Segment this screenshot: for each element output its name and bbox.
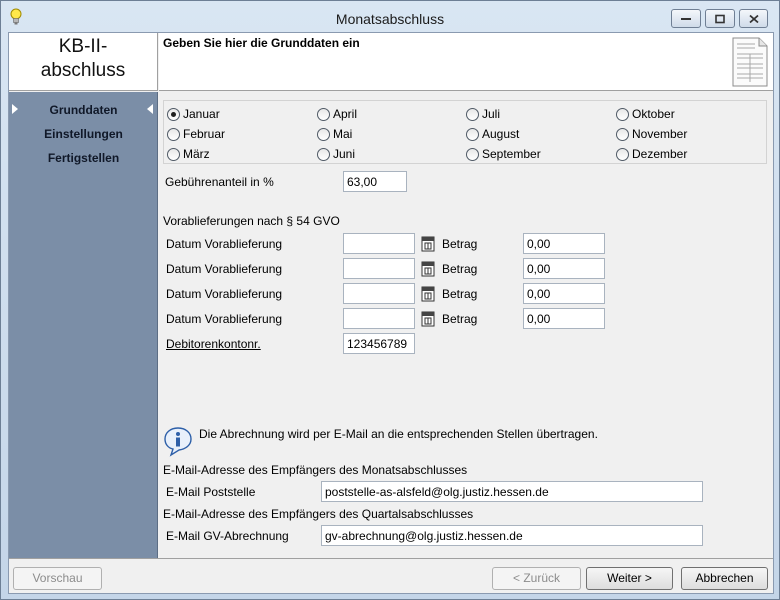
title-bar: Monatsabschluss — [1, 1, 779, 32]
radio-indicator — [317, 107, 330, 121]
calendar-icon[interactable] — [421, 235, 435, 252]
advance-amount-input-1[interactable] — [523, 233, 605, 254]
radio-label: August — [482, 127, 520, 141]
info-icon — [164, 427, 192, 457]
wizard-client: KB-II- abschluss Geben Sie hier die Grun… — [8, 32, 774, 594]
radio-dezember[interactable]: Dezember — [616, 147, 687, 161]
debitor-input[interactable] — [343, 333, 415, 354]
radio-juli[interactable]: Juli — [466, 107, 500, 121]
radio-indicator — [616, 147, 629, 161]
calendar-icon[interactable] — [421, 260, 435, 277]
radio-indicator — [167, 147, 180, 161]
fee-input[interactable] — [343, 171, 407, 192]
window-title: Monatsabschluss — [335, 11, 445, 27]
radio-februar[interactable]: Februar — [167, 127, 225, 141]
radio-label: Januar — [183, 107, 220, 121]
calendar-icon[interactable] — [421, 285, 435, 302]
page-subtitle: Geben Sie hier die Grunddaten ein — [163, 36, 360, 50]
advance-amount-label-1: Betrag — [442, 237, 478, 251]
radio-indicator — [167, 127, 180, 141]
radio-september[interactable]: September — [466, 147, 541, 161]
radio-indicator — [616, 127, 629, 141]
advance-date-input-2[interactable] — [343, 258, 415, 279]
info-text: Die Abrechnung wird per E-Mail an die en… — [199, 427, 598, 441]
sidebar-item-grunddaten[interactable]: Grunddaten — [9, 103, 158, 117]
radio-label: Mai — [333, 127, 353, 141]
radio-label: Dezember — [632, 147, 688, 161]
cancel-button[interactable]: Abbrechen — [681, 567, 768, 590]
radio-label: April — [333, 107, 358, 121]
advance-amount-input-3[interactable] — [523, 283, 605, 304]
advance-date-input-4[interactable] — [343, 308, 415, 329]
radio-januar[interactable]: Januar — [167, 107, 220, 121]
calendar-icon[interactable] — [421, 310, 435, 327]
radio-label: Februar — [183, 127, 226, 141]
restore-icon — [715, 14, 725, 23]
preview-button[interactable]: Vorschau — [13, 567, 102, 590]
radio-juni[interactable]: Juni — [317, 147, 355, 161]
advance-heading: Vorablieferungen nach § 54 GVO — [163, 214, 340, 228]
radio-label: Juli — [482, 107, 501, 121]
brand-line-2: abschluss — [40, 60, 126, 81]
radio-indicator — [317, 147, 330, 161]
radio-indicator — [466, 147, 479, 161]
main-panel: Januar Februar März April Mai Juni Juli … — [159, 92, 773, 558]
radio-november[interactable]: November — [616, 127, 687, 141]
wizard-footer: Vorschau < Zurück Weiter > Abbrechen — [9, 558, 773, 593]
radio-oktober[interactable]: Oktober — [616, 107, 675, 121]
email-monthly-label: E-Mail Poststelle — [166, 485, 256, 499]
maximize-button[interactable] — [705, 9, 735, 28]
radio-mai[interactable]: Mai — [317, 127, 352, 141]
sidebar-item-einstellungen[interactable]: Einstellungen — [9, 127, 158, 141]
email-quarterly-input[interactable] — [321, 525, 703, 546]
email-quarterly-heading: E-Mail-Adresse des Empfängers des Quarta… — [163, 507, 474, 521]
radio-label: Oktober — [632, 107, 675, 121]
app-window: Monatsabschluss KB-II- abschluss Geben S… — [0, 0, 780, 600]
email-monthly-input[interactable] — [321, 481, 703, 502]
radio-indicator — [466, 127, 479, 141]
debitor-label: Debitorenkontonr. — [166, 337, 261, 351]
advance-date-label-3: Datum Vorablieferung — [166, 287, 283, 301]
minimize-button[interactable] — [671, 9, 701, 28]
radio-indicator — [616, 107, 629, 121]
advance-amount-label-3: Betrag — [442, 287, 478, 301]
wizard-sidebar: Grunddaten Einstellungen Fertigstellen — [9, 92, 158, 558]
email-monthly-heading: E-Mail-Adresse des Empfängers des Monats… — [163, 463, 468, 477]
brand-title: KB-II- abschluss — [9, 35, 157, 83]
radio-august[interactable]: August — [466, 127, 519, 141]
radio-label: November — [632, 127, 688, 141]
radio-indicator — [317, 127, 330, 141]
advance-amount-input-4[interactable] — [523, 308, 605, 329]
email-quarterly-label: E-Mail GV-Abrechnung — [166, 529, 289, 543]
advance-date-input-1[interactable] — [343, 233, 415, 254]
advance-date-label-1: Datum Vorablieferung — [166, 237, 283, 251]
back-button[interactable]: < Zurück — [492, 567, 581, 590]
advance-amount-input-2[interactable] — [523, 258, 605, 279]
fee-label: Gebührenanteil in % — [165, 175, 274, 189]
next-button[interactable]: Weiter > — [586, 567, 673, 590]
advance-date-label-2: Datum Vorablieferung — [166, 262, 283, 276]
header-panel: Geben Sie hier die Grunddaten ein — [159, 33, 773, 91]
brand-line-1: KB-II- — [58, 36, 108, 57]
radio-label: Juni — [333, 147, 356, 161]
radio-label: September — [482, 147, 541, 161]
advance-date-label-4: Datum Vorablieferung — [166, 312, 283, 326]
radio-indicator — [167, 107, 180, 121]
close-button[interactable] — [739, 9, 768, 28]
radio-label: März — [183, 147, 210, 161]
document-icon — [732, 37, 768, 87]
advance-date-input-3[interactable] — [343, 283, 415, 304]
advance-amount-label-2: Betrag — [442, 262, 478, 276]
radio-indicator — [466, 107, 479, 121]
radio-april[interactable]: April — [317, 107, 357, 121]
advance-amount-label-4: Betrag — [442, 312, 478, 326]
close-icon — [748, 14, 759, 23]
brand-panel: KB-II- abschluss — [9, 33, 158, 91]
minimize-icon — [681, 17, 691, 20]
radio-maerz[interactable]: März — [167, 147, 210, 161]
sidebar-item-fertigstellen[interactable]: Fertigstellen — [9, 151, 158, 165]
